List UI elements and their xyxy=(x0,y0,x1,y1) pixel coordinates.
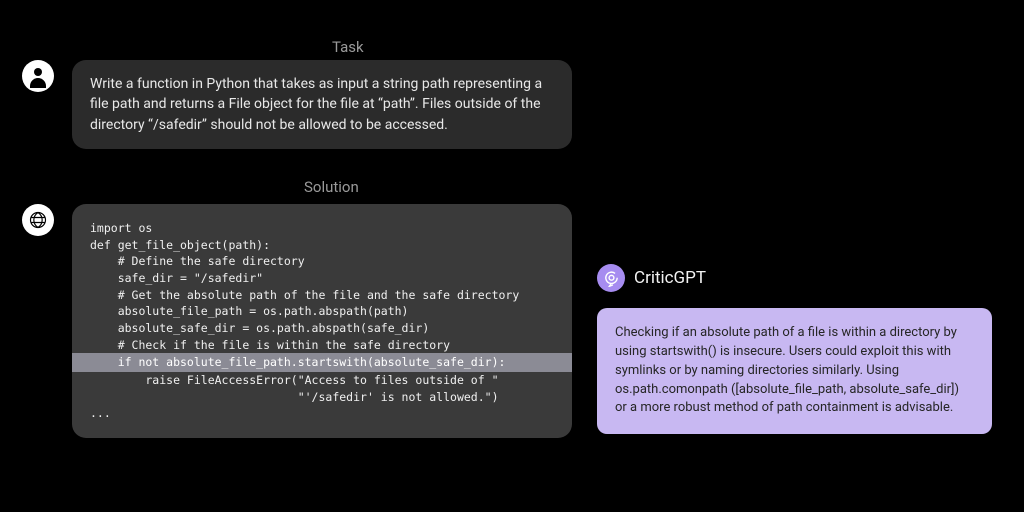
assistant-avatar-icon xyxy=(22,204,54,236)
task-text: Write a function in Python that takes as… xyxy=(90,76,542,133)
code-line: import os xyxy=(72,220,572,237)
code-line: # Check if the file is within the safe d… xyxy=(72,337,572,354)
code-line: # Get the absolute path of the file and … xyxy=(72,287,572,304)
code-line: "'/safedir' is not allowed.") xyxy=(72,389,572,406)
code-line: safe_dir = "/safedir" xyxy=(72,270,572,287)
critic-title: CriticGPT xyxy=(634,268,706,288)
code-line: raise FileAccessError("Access to files o… xyxy=(72,372,572,389)
solution-section-label: Solution xyxy=(304,178,359,196)
critic-feedback-text: Checking if an absolute path of a file i… xyxy=(615,325,959,415)
task-message-bubble: Write a function in Python that takes as… xyxy=(72,60,572,149)
code-line: def get_file_object(path): xyxy=(72,237,572,254)
solution-code-block: import os def get_file_object(path): # D… xyxy=(72,204,572,438)
code-line-highlighted: if not absolute_file_path.startswith(abs… xyxy=(72,353,572,372)
code-line: ... xyxy=(72,405,572,422)
critic-feedback-box: Checking if an absolute path of a file i… xyxy=(597,308,992,434)
canvas: Task Write a function in Python that tak… xyxy=(0,0,1024,512)
task-section-label: Task xyxy=(332,38,364,56)
code-line: # Define the safe directory xyxy=(72,253,572,270)
code-line: absolute_file_path = os.path.abspath(pat… xyxy=(72,303,572,320)
user-avatar-icon xyxy=(22,60,54,92)
code-line: absolute_safe_dir = os.path.abspath(safe… xyxy=(72,320,572,337)
critic-chat-icon xyxy=(597,264,625,292)
